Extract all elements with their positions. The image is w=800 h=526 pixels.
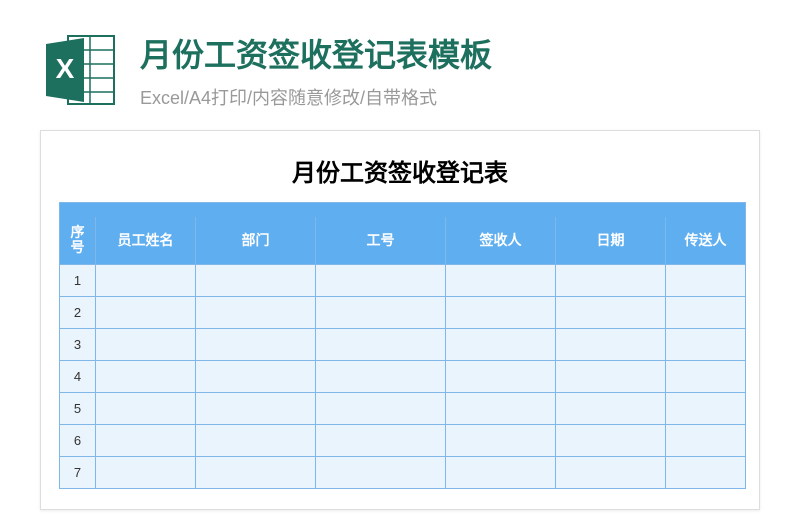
- col-signer: 签收人: [446, 217, 556, 265]
- cell-signer: [446, 265, 556, 297]
- col-sender: 传送人: [666, 217, 746, 265]
- excel-icon: X: [40, 30, 120, 110]
- cell-date: [556, 297, 666, 329]
- header-text: 月份工资签收登记表模板 Excel/A4打印/内容随意修改/自带格式: [140, 30, 760, 110]
- cell-sender: [666, 297, 746, 329]
- cell-signer: [446, 329, 556, 361]
- cell-sender: [666, 329, 746, 361]
- cell-emp-id: [316, 265, 446, 297]
- cell-emp-id: [316, 393, 446, 425]
- cell-dept: [196, 361, 316, 393]
- cell-seq: 2: [60, 297, 96, 329]
- col-seq: 序号: [60, 217, 96, 265]
- col-name: 员工姓名: [96, 217, 196, 265]
- cell-name: [96, 329, 196, 361]
- header-bar-row: [60, 203, 746, 217]
- table-row: 6: [60, 425, 746, 457]
- col-date: 日期: [556, 217, 666, 265]
- sheet-title: 月份工资签收登记表: [59, 147, 741, 202]
- cell-date: [556, 265, 666, 297]
- cell-name: [96, 425, 196, 457]
- header-row: 序号 员工姓名 部门 工号 签收人 日期 传送人: [60, 217, 746, 265]
- template-header: X 月份工资签收登记表模板 Excel/A4打印/内容随意修改/自带格式: [0, 0, 800, 130]
- cell-emp-id: [316, 425, 446, 457]
- cell-name: [96, 393, 196, 425]
- cell-dept: [196, 425, 316, 457]
- cell-date: [556, 329, 666, 361]
- table-row: 4: [60, 361, 746, 393]
- cell-signer: [446, 457, 556, 489]
- cell-emp-id: [316, 457, 446, 489]
- table-row: 1: [60, 265, 746, 297]
- cell-seq: 7: [60, 457, 96, 489]
- cell-signer: [446, 393, 556, 425]
- cell-dept: [196, 393, 316, 425]
- table-body: 1 2 3: [60, 265, 746, 489]
- salary-sign-table: 序号 员工姓名 部门 工号 签收人 日期 传送人 1: [59, 202, 746, 489]
- cell-name: [96, 361, 196, 393]
- cell-date: [556, 425, 666, 457]
- cell-emp-id: [316, 361, 446, 393]
- cell-date: [556, 361, 666, 393]
- cell-signer: [446, 297, 556, 329]
- cell-seq: 4: [60, 361, 96, 393]
- cell-sender: [666, 361, 746, 393]
- table-row: 2: [60, 297, 746, 329]
- table-row: 5: [60, 393, 746, 425]
- cell-emp-id: [316, 297, 446, 329]
- cell-name: [96, 297, 196, 329]
- cell-seq: 3: [60, 329, 96, 361]
- svg-text:X: X: [56, 53, 75, 84]
- table-row: 7: [60, 457, 746, 489]
- cell-dept: [196, 457, 316, 489]
- cell-sender: [666, 265, 746, 297]
- sheet-preview: 月份工资签收登记表 序号 员工姓名 部门 工号 签收人 日期 传送人: [40, 130, 760, 510]
- cell-name: [96, 457, 196, 489]
- cell-seq: 1: [60, 265, 96, 297]
- col-dept: 部门: [196, 217, 316, 265]
- cell-sender: [666, 393, 746, 425]
- cell-date: [556, 393, 666, 425]
- preview-wrap: 月份工资签收登记表 序号 员工姓名 部门 工号 签收人 日期 传送人: [0, 130, 800, 510]
- cell-signer: [446, 361, 556, 393]
- cell-sender: [666, 457, 746, 489]
- template-subtitle: Excel/A4打印/内容随意修改/自带格式: [140, 84, 760, 110]
- cell-dept: [196, 329, 316, 361]
- cell-dept: [196, 265, 316, 297]
- cell-dept: [196, 297, 316, 329]
- cell-emp-id: [316, 329, 446, 361]
- template-title: 月份工资签收登记表模板: [140, 30, 760, 76]
- col-emp-id: 工号: [316, 217, 446, 265]
- table-row: 3: [60, 329, 746, 361]
- cell-seq: 5: [60, 393, 96, 425]
- cell-signer: [446, 425, 556, 457]
- cell-sender: [666, 425, 746, 457]
- cell-seq: 6: [60, 425, 96, 457]
- cell-name: [96, 265, 196, 297]
- cell-date: [556, 457, 666, 489]
